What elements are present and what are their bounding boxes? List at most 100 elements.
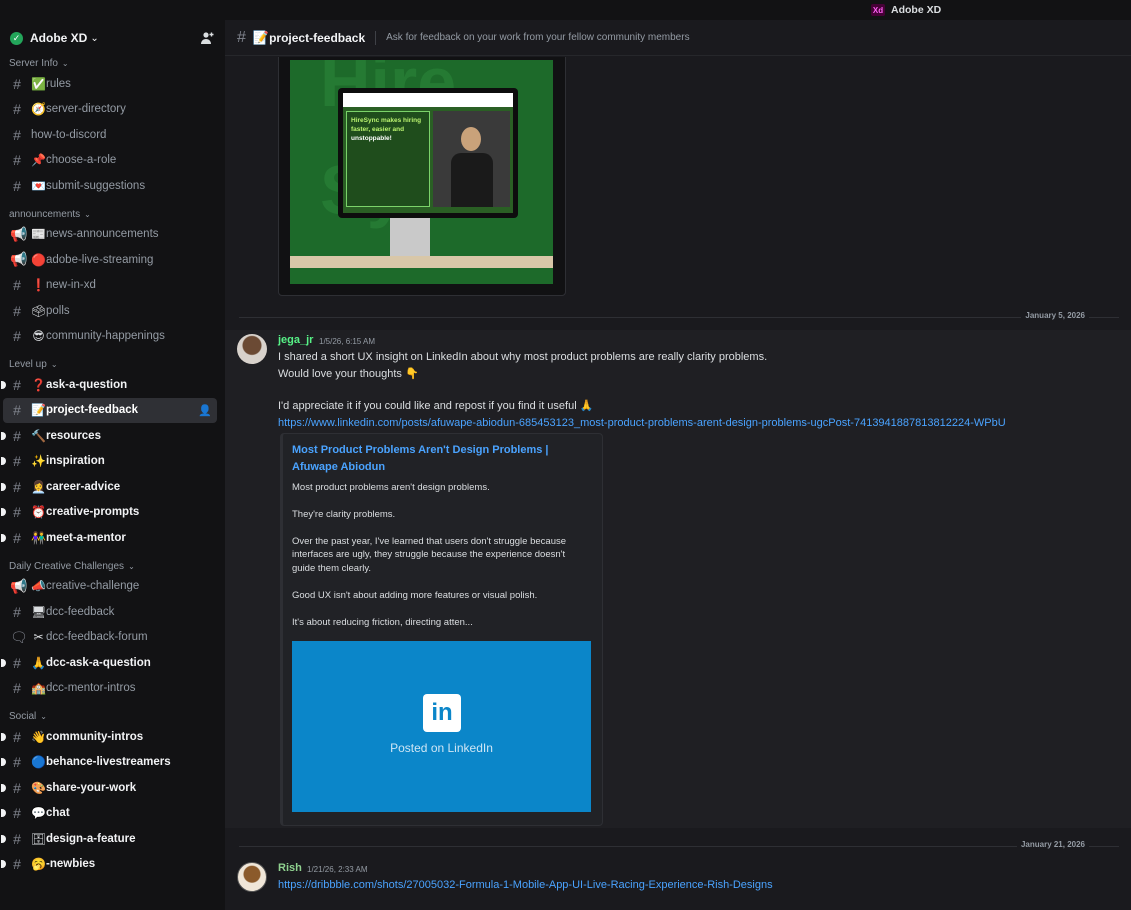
channel-creative-prompts[interactable]: # ⏰ creative-prompts <box>1 500 217 526</box>
category-label: announcements <box>9 208 81 220</box>
channel-label: behance-livestreamers <box>46 756 171 769</box>
category-level-up[interactable]: Level up ⌄ <box>0 357 225 372</box>
invite-people-icon[interactable] <box>199 30 215 46</box>
avatar[interactable] <box>237 334 267 364</box>
server-header[interactable]: ✓ Adobe XD ⌄ <box>0 20 225 56</box>
channel-share-your-work[interactable]: # 🎨 share-your-work <box>1 775 217 801</box>
channel-sidebar: ✓ Adobe XD ⌄ Server Info ⌄ # ✅ rules # 🧭 serv… <box>0 20 225 910</box>
megaphone-icon: 📢 <box>10 251 28 268</box>
channel-rules[interactable]: # ✅ rules <box>3 71 217 97</box>
channel-emoji: 🗳 <box>31 303 47 318</box>
channel-dcc-mentor-intros[interactable]: # 🏫 dcc-mentor-intros <box>3 676 217 702</box>
hash-icon: # <box>13 453 21 470</box>
channel-meet-a-mentor[interactable]: # 👫 meet-a-mentor <box>1 525 217 551</box>
megaphone-icon: 📢 <box>10 225 28 242</box>
message-link[interactable]: https://www.linkedin.com/posts/afuwape-a… <box>278 417 1006 429</box>
forum-icon: 🗨 <box>10 628 28 645</box>
channel-resources[interactable]: # 🔨 resources <box>1 423 217 449</box>
hash-icon: # <box>13 504 21 521</box>
avatar[interactable] <box>237 862 267 892</box>
add-member-icon[interactable]: 👤 <box>198 404 212 417</box>
channel-title: project-feedback <box>269 30 366 45</box>
hash-icon: # <box>13 728 21 745</box>
channel-community-happenings[interactable]: # 😎 community-happenings <box>3 324 217 350</box>
channel-ask-a-question[interactable]: # ❓ ask-a-question <box>1 372 217 398</box>
hash-icon: # <box>13 376 21 393</box>
channel-community-intros[interactable]: # 👋 community-intros <box>1 724 217 750</box>
category-label: Social <box>9 711 37 722</box>
site-navbar <box>343 93 513 107</box>
channel-emoji: 🔴 <box>31 252 46 267</box>
channel-label: community-happenings <box>46 330 165 343</box>
hero-headline: HireSync makes hiring <box>351 117 422 124</box>
channel-newbies[interactable]: # 🥱 -newbies <box>1 852 217 878</box>
channel-choose-a-role[interactable]: # 📌 choose-a-role <box>3 148 217 174</box>
channel-submit-suggestions[interactable]: # 💌 submit-suggestions <box>3 173 217 199</box>
category-social[interactable]: Social ⌄ <box>0 709 225 724</box>
channel-label: career-advice <box>46 480 121 493</box>
category-label: Server Info <box>9 58 58 69</box>
message[interactable]: Rish 1/21/26, 2:33 AM https://dribbble.c… <box>225 858 1131 910</box>
chevron-down-icon: ⌄ <box>90 32 99 44</box>
message-author[interactable]: jega_jr <box>278 334 313 346</box>
channel-emoji: 🥱 <box>31 857 46 872</box>
channel-creative-challenge[interactable]: 📢 📣 creative-challenge <box>3 574 217 600</box>
message-author[interactable]: Rish <box>278 862 302 874</box>
hash-icon: # <box>13 805 21 822</box>
embed-title[interactable]: Most Product Problems Aren't Design Prob… <box>292 442 572 476</box>
channel-dcc-feedback[interactable]: # 🖥 dcc-feedback <box>3 599 217 625</box>
hash-icon: # <box>237 28 246 46</box>
channel-career-advice[interactable]: # 👩‍💼 career-advice <box>1 474 217 500</box>
channel-emoji: 💌 <box>31 178 46 193</box>
channel-label: new-in-xd <box>46 279 96 292</box>
embed-description: Most product problems aren't design prob… <box>292 482 490 493</box>
message-text: I'd appreciate it if you could like and … <box>278 400 594 412</box>
channel-emoji: 💬 <box>31 806 46 821</box>
channel-dcc-ask-a-question[interactable]: # 🙏 dcc-ask-a-question <box>1 650 217 676</box>
embed-description: It's about reducing friction, directing … <box>292 617 473 628</box>
linkedin-icon: in <box>423 694 461 732</box>
embed-image[interactable]: in Posted on LinkedIn <box>292 641 591 812</box>
unread-indicator <box>1 809 6 818</box>
channel-emoji: 📝 <box>31 403 46 418</box>
channel-behance-livestreamers[interactable]: # 🔵 behance-livestreamers <box>1 750 217 776</box>
channel-new-in-xd[interactable]: # ❗ new-in-xd <box>3 273 217 299</box>
channel-adobe-live-streaming[interactable]: 📢 🔴 adobe-live-streaming <box>3 247 217 273</box>
channel-project-feedback[interactable]: # 📝 project-feedback 👤 <box>3 397 217 423</box>
hash-icon: # <box>13 302 21 319</box>
link-embed[interactable]: Most Product Problems Aren't Design Prob… <box>280 433 603 826</box>
category-server-info[interactable]: Server Info ⌄ <box>0 56 225 71</box>
channel-emoji: 🖥 <box>31 604 47 619</box>
channel-news-announcements[interactable]: 📢 📰 news-announcements <box>3 222 217 248</box>
channel-design-a-feature[interactable]: # 🗄 design-a-feature <box>1 826 217 852</box>
channel-chat[interactable]: # 💬 chat <box>1 801 217 827</box>
message-feed[interactable]: Hire Sync HireSync makes hiring faster, … <box>225 57 1131 910</box>
channel-emoji: 🔨 <box>31 428 46 443</box>
image-attachment[interactable]: Hire Sync HireSync makes hiring faster, … <box>278 57 566 296</box>
hash-icon: # <box>13 427 21 444</box>
unread-indicator <box>1 533 6 542</box>
channel-inspiration[interactable]: # ✨ inspiration <box>1 449 217 475</box>
channel-label: adobe-live-streaming <box>46 253 154 266</box>
embed-description: They're clarity problems. <box>292 509 396 520</box>
channel-server-directory[interactable]: # 🧭 server-directory <box>3 97 217 123</box>
channel-emoji: 🏫 <box>31 681 46 696</box>
channel-polls[interactable]: # 🗳 polls <box>3 298 217 324</box>
embed-description: guide them clearly. <box>292 563 372 574</box>
hero-headline: faster, easier and <box>351 126 405 133</box>
message-link[interactable]: https://dribbble.com/shots/27005032-Form… <box>278 879 773 891</box>
category-announcements[interactable]: announcements ⌄ <box>0 207 225 222</box>
channel-emoji: ⏰ <box>31 505 46 520</box>
channel-how-to-discord[interactable]: # how-to-discord <box>3 122 217 148</box>
hash-icon: # <box>13 328 21 345</box>
channel-dcc-feedback-forum[interactable]: 🗨 ✂ dcc-feedback-forum <box>3 625 217 651</box>
message[interactable]: jega_jr 1/5/26, 6:15 AM I shared a short… <box>225 330 1131 828</box>
date-label: January 5, 2026 <box>1021 311 1089 320</box>
channel-label: submit-suggestions <box>46 179 146 192</box>
category-daily-creative-challenges[interactable]: Daily Creative Challenges ⌄ <box>0 559 225 574</box>
channel-emoji: 👋 <box>31 729 46 744</box>
date-label: January 21, 2026 <box>1016 840 1089 849</box>
hash-icon: # <box>13 830 21 847</box>
desk <box>290 256 553 268</box>
message-timestamp: 1/5/26, 6:15 AM <box>319 337 376 346</box>
